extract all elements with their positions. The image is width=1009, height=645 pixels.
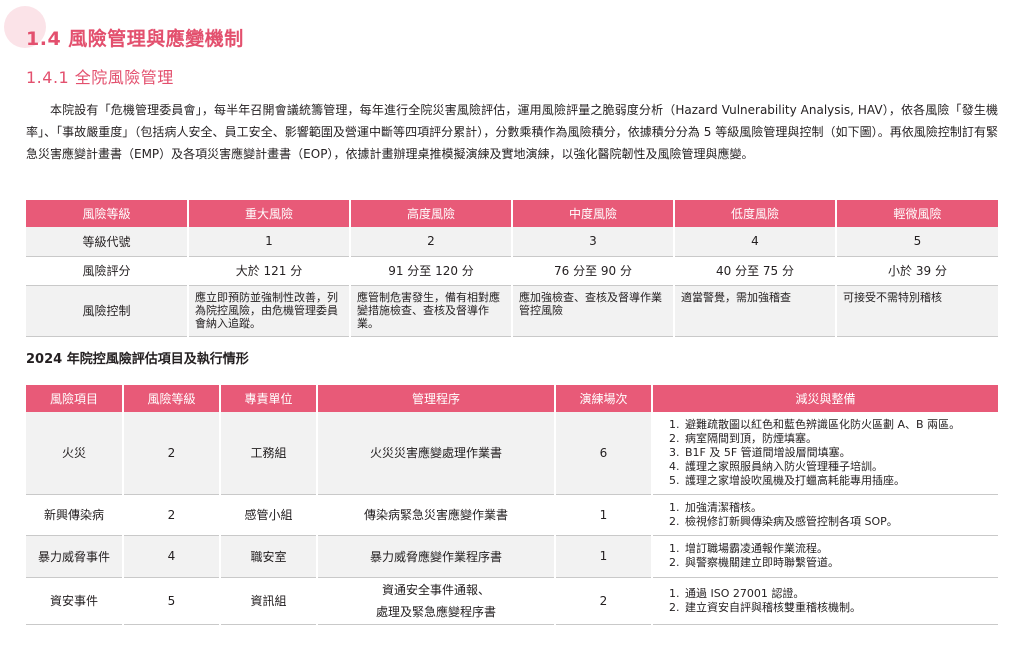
list-item: 檢視修訂新興傳染病及感管控制各項 SOP。 xyxy=(683,515,994,529)
actions-cell: 增訂職場霸凌通報作業流程。 與警察機關建立即時聯繫管道。 xyxy=(651,535,998,578)
drill-count: 1 xyxy=(554,535,652,578)
risk-header-cell: 高度風險 xyxy=(349,200,512,227)
row-label: 風險控制 xyxy=(26,285,188,337)
table-cell: 大於 121 分 xyxy=(187,256,350,286)
row-label: 等級代號 xyxy=(26,227,188,257)
actions-cell: 通過 ISO 27001 認證。 建立資安自評與稽核雙重稽核機制。 xyxy=(651,577,998,625)
table-cell: 3 xyxy=(511,227,674,257)
table-cell: 適當警覺，需加強稽查 xyxy=(673,285,836,337)
list-item: 與警察機關建立即時聯繫管道。 xyxy=(683,556,994,570)
table-cell: 應管制危害發生，備有相對應變措施檢查、查核及督導作業。 xyxy=(349,285,512,337)
risk-level: 4 xyxy=(122,535,220,578)
procedure: 暴力威脅應變作業程序書 xyxy=(316,535,555,578)
exec-table-header-row: 風險項目 風險等級 專責單位 管理程序 演練場次 減災與整備 xyxy=(26,385,998,412)
exec-header-cell: 管理程序 xyxy=(316,385,555,412)
table-cell: 1 xyxy=(187,227,350,257)
risk-table-header-row: 風險等級 重大風險 高度風險 中度風險 低度風險 輕微風險 xyxy=(26,200,998,227)
drill-count: 6 xyxy=(554,412,652,495)
actions-cell: 避難疏散圖以紅色和藍色辨識區化防火區劃 A、B 兩區。 病室隔間到頂，防煙填塞。… xyxy=(651,412,998,495)
table-cell: 小於 39 分 xyxy=(835,256,998,286)
list-item: 建立資安自評與稽核雙重稽核機制。 xyxy=(683,601,994,615)
table-cell: 5 xyxy=(835,227,998,257)
table-row: 資安事件 5 資訊組 資通安全事件通報、 處理及緊急應變程序書 2 通過 ISO… xyxy=(26,577,998,625)
responsible-unit: 感管小組 xyxy=(219,494,317,536)
table-cell: 可接受不需特別稽核 xyxy=(835,285,998,337)
procedure: 資通安全事件通報、 處理及緊急應變程序書 xyxy=(316,577,555,625)
risk-level-table: 風險等級 重大風險 高度風險 中度風險 低度風險 輕微風險 等級代號 1 2 3… xyxy=(26,200,998,337)
table-row: 風險評分 大於 121 分 91 分至 120 分 76 分至 90 分 40 … xyxy=(26,256,998,286)
list-item: 加強清潔稽核。 xyxy=(683,501,994,515)
risk-item: 暴力威脅事件 xyxy=(26,535,123,578)
risk-execution-table: 風險項目 風險等級 專責單位 管理程序 演練場次 減災與整備 火災 2 工務組 … xyxy=(26,385,998,625)
responsible-unit: 資訊組 xyxy=(219,577,317,625)
risk-level: 2 xyxy=(122,494,220,536)
procedure: 傳染病緊急災害應變作業書 xyxy=(316,494,555,536)
risk-header-cell: 中度風險 xyxy=(511,200,674,227)
exec-header-cell: 專責單位 xyxy=(219,385,317,412)
table-cell: 應立即預防並強制性改善，列為院控風險，由危機管理委員會納入追蹤。 xyxy=(187,285,350,337)
actions-list: 避難疏散圖以紅色和藍色辨識區化防火區劃 A、B 兩區。 病室隔間到頂，防煙填塞。… xyxy=(659,418,994,488)
table-cell: 應加強檢查、查核及督導作業管控風險 xyxy=(511,285,674,337)
table-row: 新興傳染病 2 感管小組 傳染病緊急災害應變作業書 1 加強清潔稽核。 檢視修訂… xyxy=(26,494,998,536)
risk-item: 火災 xyxy=(26,412,123,495)
actions-list: 通過 ISO 27001 認證。 建立資安自評與稽核雙重稽核機制。 xyxy=(659,587,994,615)
subsection-title: 1.4.1 全院風險管理 xyxy=(26,68,174,87)
table-cell: 40 分至 75 分 xyxy=(673,256,836,286)
list-item: 護理之家照服員納入防火管理種子培訓。 xyxy=(683,460,994,474)
table-cell: 76 分至 90 分 xyxy=(511,256,674,286)
exec-header-cell: 風險等級 xyxy=(122,385,220,412)
intro-paragraph: 本院設有「危機管理委員會」，每半年召開會議統籌管理，每年進行全院災害風險評估，運… xyxy=(26,103,998,161)
table-row: 風險控制 應立即預防並強制性改善，列為院控風險，由危機管理委員會納入追蹤。 應管… xyxy=(26,285,998,337)
drill-count: 2 xyxy=(554,577,652,625)
list-item: B1F 及 5F 管道間增設層間填塞。 xyxy=(683,446,994,460)
list-item: 護理之家增設吹風機及打蠟高耗能專用插座。 xyxy=(683,474,994,488)
actions-cell: 加強清潔稽核。 檢視修訂新興傳染病及感管控制各項 SOP。 xyxy=(651,494,998,536)
procedure-line-1: 資通安全事件通報、 xyxy=(381,582,490,597)
risk-level: 5 xyxy=(122,577,220,625)
responsible-unit: 工務組 xyxy=(219,412,317,495)
risk-item: 新興傳染病 xyxy=(26,494,123,536)
list-item: 病室隔間到頂，防煙填塞。 xyxy=(683,432,994,446)
list-item: 增訂職場霸凌通報作業流程。 xyxy=(683,542,994,556)
exec-header-cell: 風險項目 xyxy=(26,385,123,412)
risk-header-cell: 低度風險 xyxy=(673,200,836,227)
risk-header-cell: 重大風險 xyxy=(187,200,350,227)
exec-header-cell: 減災與整備 xyxy=(651,385,998,412)
drill-count: 1 xyxy=(554,494,652,536)
table-cell: 4 xyxy=(673,227,836,257)
procedure: 火災災害應變處理作業書 xyxy=(316,412,555,495)
list-item: 避難疏散圖以紅色和藍色辨識區化防火區劃 A、B 兩區。 xyxy=(683,418,994,432)
risk-header-cell: 風險等級 xyxy=(26,200,188,227)
table-row: 暴力威脅事件 4 職安室 暴力威脅應變作業程序書 1 增訂職場霸凌通報作業流程。… xyxy=(26,535,998,578)
table2-title: 2024 年院控風險評估項目及執行情形 xyxy=(26,352,249,367)
risk-item: 資安事件 xyxy=(26,577,123,625)
risk-level: 2 xyxy=(122,412,220,495)
report-page: 1.4 風險管理與應變機制 1.4.1 全院風險管理 本院設有「危機管理委員會」… xyxy=(0,0,1009,645)
exec-header-cell: 演練場次 xyxy=(554,385,652,412)
table-cell: 91 分至 120 分 xyxy=(349,256,512,286)
responsible-unit: 職安室 xyxy=(219,535,317,578)
actions-list: 增訂職場霸凌通報作業流程。 與警察機關建立即時聯繫管道。 xyxy=(659,542,994,570)
list-item: 通過 ISO 27001 認證。 xyxy=(683,587,994,601)
table-row: 火災 2 工務組 火災災害應變處理作業書 6 避難疏散圖以紅色和藍色辨識區化防火… xyxy=(26,412,998,495)
section-title: 1.4 風險管理與應變機制 xyxy=(26,28,244,50)
procedure-line-2: 處理及緊急應變程序書 xyxy=(375,604,496,619)
table-row: 等級代號 1 2 3 4 5 xyxy=(26,227,998,257)
risk-header-cell: 輕微風險 xyxy=(835,200,998,227)
actions-list: 加強清潔稽核。 檢視修訂新興傳染病及感管控制各項 SOP。 xyxy=(659,501,994,529)
row-label: 風險評分 xyxy=(26,256,188,286)
table-cell: 2 xyxy=(349,227,512,257)
